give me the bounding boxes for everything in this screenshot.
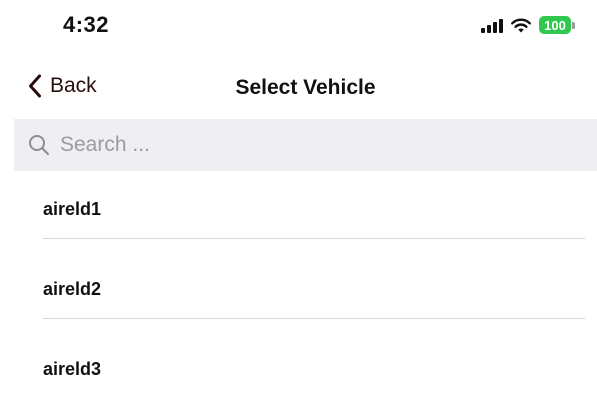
page-title: Select Vehicle — [235, 76, 376, 99]
divider — [43, 318, 585, 319]
vehicle-label: aireld1 — [43, 199, 102, 219]
status-bar: 4:32 100 — [0, 0, 597, 64]
vehicle-list-item[interactable]: aireld2 — [0, 251, 597, 331]
vehicle-list-item[interactable]: aireld3 — [0, 331, 597, 411]
navigation-bar: Back Select Vehicle — [0, 64, 597, 118]
battery-level: 100 — [539, 16, 571, 34]
vehicle-label: aireld3 — [43, 359, 102, 379]
signal-icon — [481, 18, 503, 33]
search-bar[interactable] — [14, 119, 597, 171]
vehicle-label: aireld2 — [43, 279, 102, 299]
status-time: 4:32 — [63, 12, 110, 37]
battery-icon: 100 — [539, 16, 575, 34]
vehicle-list-item[interactable]: aireld1 — [0, 171, 597, 251]
vehicle-list: aireld1 aireld2 aireld3 — [0, 171, 597, 411]
divider — [43, 238, 585, 239]
wifi-icon — [511, 18, 531, 33]
search-icon — [29, 135, 50, 156]
status-icons: 100 — [481, 14, 575, 36]
search-input[interactable] — [58, 132, 542, 158]
